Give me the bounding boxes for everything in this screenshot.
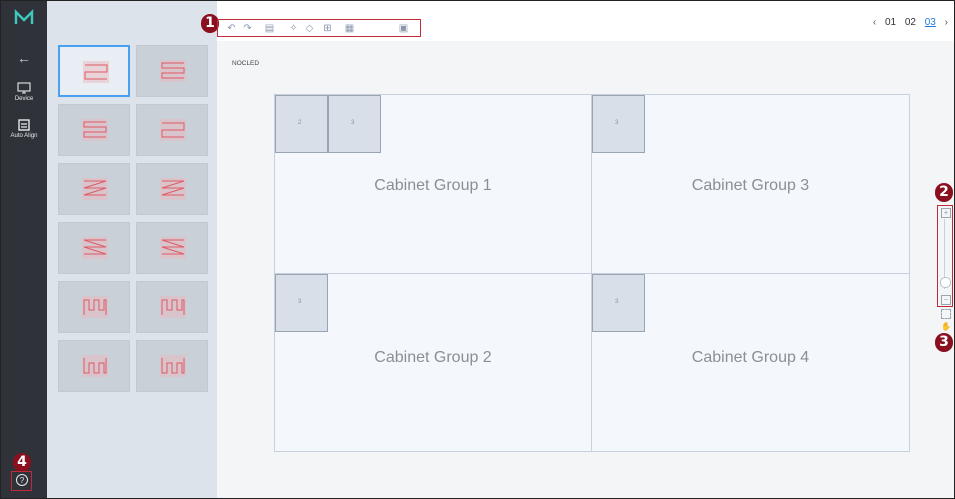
callout-2: 2 (935, 183, 953, 202)
table-icon[interactable]: ⊞ (322, 23, 333, 34)
cabinet[interactable]: 3 (275, 274, 328, 332)
fit-screen-icon[interactable] (941, 309, 951, 319)
layout-thumbnail[interactable] (58, 163, 130, 215)
layout-canvas[interactable]: NOCLED 2 3 Cabinet Group 1 3 Cabinet Gro… (217, 41, 954, 498)
cabinet-group-title: Cabinet Group 3 (691, 177, 810, 194)
cabinet-group-title: Cabinet Group 2 (374, 349, 492, 366)
page-link[interactable]: 01 (885, 17, 896, 28)
layout-thumbnail[interactable] (58, 222, 130, 274)
top-bar: 1 ↶ ↷ ▤ ✧ ◇ ⊞ ▦ ▣ ‹ 01 02 03 › (201, 1, 954, 41)
callout-4: 4 (13, 453, 31, 472)
help-area: 4 ? (11, 453, 32, 491)
layout-thumbnail[interactable] (58, 45, 130, 97)
eraser-icon[interactable]: ◇ (304, 23, 315, 34)
cabinet-group[interactable]: 2 3 Cabinet Group 1 (274, 94, 592, 274)
layout-pattern-icon (83, 61, 109, 83)
page-navigator: ‹ 01 02 03 › (867, 17, 948, 28)
edit-toolbar: ↶ ↷ ▤ ✧ ◇ ⊞ ▦ ▣ (217, 19, 421, 37)
canvas-label: NOCLED (232, 60, 260, 67)
nav-item-label: Auto Align (10, 133, 38, 139)
layout-thumbnail[interactable] (58, 340, 130, 392)
cabinet-grid: 2 3 Cabinet Group 1 3 Cabinet Group 3 3 … (274, 94, 910, 452)
layout-pattern-icon (82, 119, 108, 141)
layout-thumbnail[interactable] (58, 104, 130, 156)
layout-thumbnail[interactable] (136, 104, 208, 156)
next-page-icon[interactable]: › (945, 17, 948, 28)
align-icon[interactable]: ▤ (264, 23, 275, 34)
help-highlight (11, 471, 32, 491)
page-link-current[interactable]: 03 (925, 17, 936, 28)
logo-icon (14, 9, 34, 24)
auto-align-icon (18, 119, 30, 131)
zoom-slider-thumb[interactable] (940, 277, 951, 288)
cabinet[interactable]: 3 (328, 95, 381, 153)
layout-thumbnail[interactable] (136, 340, 208, 392)
cabinet[interactable]: 3 (592, 274, 645, 332)
grid-icon[interactable]: ▦ (344, 23, 355, 34)
layout-thumbnail[interactable] (136, 163, 208, 215)
zoom-in-icon[interactable]: + (941, 208, 951, 218)
layout-pattern-icon (160, 355, 186, 377)
cabinet-group[interactable]: 3 Cabinet Group 2 (274, 273, 592, 452)
zoom-out-icon[interactable]: − (941, 295, 951, 305)
fit-icon[interactable]: ▣ (398, 23, 409, 34)
layout-pattern-icon (160, 119, 186, 141)
back-arrow-icon[interactable]: ← (13, 51, 35, 65)
layout-pattern-icon (82, 178, 108, 200)
nav-item-device[interactable]: Device (1, 82, 47, 102)
layout-thumbnail[interactable] (58, 281, 130, 333)
layout-pattern-icon (82, 296, 108, 318)
cabinet[interactable]: 2 (275, 95, 328, 153)
layout-thumbnail[interactable] (136, 222, 208, 274)
hand-tool-icon[interactable]: ✋ (941, 322, 951, 331)
callout-3: 3 (935, 333, 953, 352)
layout-pattern-icon (160, 60, 186, 82)
prev-page-icon[interactable]: ‹ (873, 17, 876, 28)
layout-pattern-icon (160, 296, 186, 318)
left-nav: ← Device Auto Align 4 ? (1, 1, 47, 498)
cabinet-group[interactable]: 3 Cabinet Group 3 (591, 94, 910, 274)
cabinet-group[interactable]: 3 Cabinet Group 4 (591, 273, 910, 452)
layout-pattern-icon (160, 237, 186, 259)
page-link[interactable]: 02 (905, 17, 916, 28)
zoom-controls: 2 + − ✋ 3 (935, 183, 953, 352)
cabinet-group-title: Cabinet Group 4 (691, 349, 810, 366)
layout-thumbnail[interactable] (136, 281, 208, 333)
layout-thumbnail-panel (47, 1, 217, 498)
layout-thumbnail[interactable] (136, 45, 208, 97)
zoom-highlight (937, 205, 953, 307)
nav-item-label: Device (14, 96, 34, 102)
monitor-icon (17, 82, 31, 94)
cabinet[interactable]: 3 (592, 95, 645, 153)
cabinet-group-title: Cabinet Group 1 (374, 177, 492, 194)
layout-pattern-icon (82, 355, 108, 377)
undo-icon[interactable]: ↶ (226, 23, 237, 34)
nav-item-auto-align[interactable]: Auto Align (1, 119, 47, 139)
app-window: ← Device Auto Align 4 ? 1 ↶ ↷ ▤ ✧ ◇ ⊞ ▦ … (0, 0, 955, 499)
redo-icon[interactable]: ↷ (242, 23, 253, 34)
link-icon[interactable]: ✧ (288, 23, 299, 34)
layout-pattern-icon (160, 178, 186, 200)
layout-pattern-icon (82, 237, 108, 259)
